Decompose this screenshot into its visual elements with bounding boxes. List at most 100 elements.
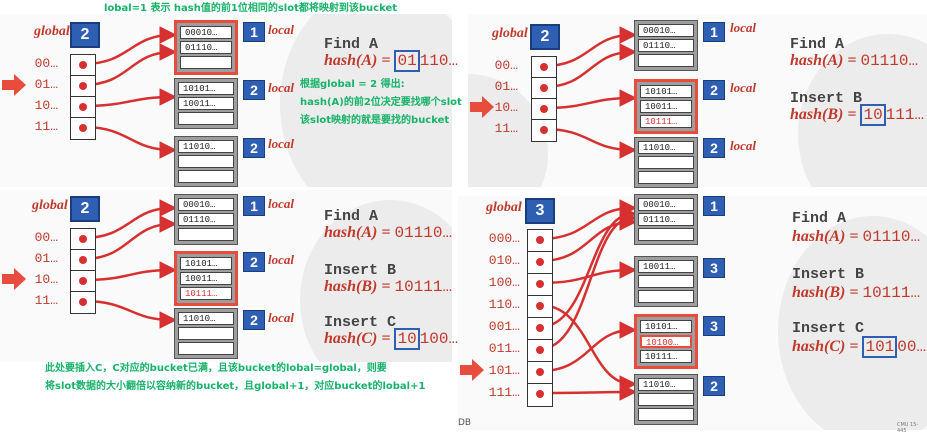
operation-label: Insert B (792, 266, 865, 283)
bucket-slot: 11010… (638, 141, 694, 154)
hash-expression: hash(B) = 10111… (324, 278, 452, 296)
local-label: local (268, 196, 294, 211)
local-depth-badge: 2 (703, 376, 725, 396)
hash-function: hash(A) = (324, 52, 391, 69)
bucket-slot (178, 170, 234, 183)
bucket: 10101… 10100… 10111… (634, 314, 698, 369)
bucket-slot: 10111… (640, 115, 692, 128)
slot-index: 01… (494, 79, 518, 94)
hash-function: hash(B) = (790, 106, 857, 123)
slot-index: 001… (488, 319, 520, 334)
bucket: 00010… 01110… (174, 194, 238, 245)
bucket-slot: 01110… (638, 39, 694, 52)
operation-label: Insert C (792, 320, 865, 337)
footer-left: DB (458, 418, 472, 428)
bucket-slot: 10011… (638, 260, 694, 273)
bucket-slot: 10111… (640, 350, 692, 363)
local-depth-badge: 2 (243, 252, 265, 272)
bucket-slot (638, 393, 694, 406)
local-label: local (730, 80, 756, 95)
bucket: 00010… 01110… (634, 194, 698, 245)
bucket-slot: 11010… (638, 378, 694, 391)
hash-expression: hash(A) = 01110… (324, 50, 459, 72)
hash-expression: hash(C) = 10100… (792, 336, 927, 358)
bucket-slot (178, 112, 234, 125)
hash-expression: hash(A) = 01110… (792, 228, 920, 246)
slot-index: 10… (494, 100, 518, 115)
bucket: 10011… (634, 256, 698, 307)
note-top: lobal=1 表示 hash值的前1位相同的slot都将映射到该bucket (104, 3, 398, 14)
global-depth-badge: 2 (530, 24, 560, 50)
bucket: 00010… 01110… (174, 20, 238, 75)
local-label: local (730, 138, 756, 153)
hash-function: hash(A) = (790, 52, 857, 69)
hash-expression: hash(B) = 10111… (792, 284, 920, 302)
bucket-slot (638, 228, 694, 241)
hash-function: hash(B) = (792, 284, 859, 301)
bucket-slot: 00010… (178, 198, 234, 211)
bucket-slot (638, 171, 694, 184)
bucket-slot (178, 228, 234, 241)
slot-index: 11… (34, 119, 58, 134)
hash-function: hash(A) = (792, 228, 859, 245)
local-depth-badge: 1 (243, 196, 265, 216)
note-mid-line3: 该slot映射的就是要找的bucket (300, 115, 450, 126)
hash-rest: 00… (897, 338, 927, 356)
hash-function: hash(B) = (324, 278, 391, 295)
note-mid: 根据global = 2 得出: hash(A)的前2位决定要找哪个slot 该… (300, 78, 462, 128)
hash-prefix-box: 01 (394, 50, 420, 72)
bucket-slot: 10101… (640, 320, 692, 333)
bucket: 11010… (174, 308, 238, 359)
slot-index: 100… (488, 275, 520, 290)
slot-index: 111… (488, 385, 520, 400)
bucket-slot: 01110… (638, 213, 694, 226)
local-label: local (268, 22, 294, 37)
directory (531, 56, 557, 142)
slot-index: 00… (34, 56, 58, 71)
slot-index: 10… (34, 272, 58, 287)
hash-rest: 110… (419, 52, 459, 70)
local-depth-badge: 1 (703, 22, 725, 42)
bucket-slot: 10011… (180, 272, 232, 285)
bucket-slot (638, 408, 694, 421)
slot-index: 00… (34, 230, 58, 245)
slot-index: 11… (494, 121, 518, 136)
hash-expression: hash(A) = 01110… (324, 224, 452, 242)
bucket-slot (638, 290, 694, 303)
local-label: local (268, 252, 294, 267)
operation-label: Find A (792, 210, 847, 227)
slot-index: 110… (488, 297, 520, 312)
operation-label: Find A (790, 36, 845, 53)
bucket: 10101… 10011… 10111… (174, 251, 238, 306)
hash-function: hash(A) = (324, 224, 391, 241)
bucket-slot: 10101… (640, 85, 692, 98)
local-depth-badge: 2 (243, 310, 265, 330)
hash-function: hash(C) = (792, 338, 859, 355)
hash-value: 10111… (394, 278, 453, 296)
hash-expression: hash(C) = 10100… (324, 328, 458, 350)
local-depth-badge: 3 (703, 316, 725, 336)
bucket: 10101… 10011… 10111… (634, 79, 698, 134)
local-label: local (268, 310, 294, 325)
note-mid-line2: hash(A)的前2位决定要找哪个slot (300, 97, 462, 108)
directory (70, 228, 96, 314)
hash-expression: hash(A) = 01110… (790, 52, 918, 70)
slot-index: 011… (488, 341, 520, 356)
bucket-slot: 10011… (640, 100, 692, 113)
hash-value: 01110… (862, 228, 921, 246)
global-depth-badge: 3 (525, 198, 555, 224)
local-depth-badge: 1 (703, 196, 725, 216)
slot-index: 00… (494, 58, 518, 73)
footer-right: CMU 15-445 (897, 422, 919, 434)
directory (527, 229, 553, 407)
operation-label: Find A (324, 36, 379, 53)
bucket-slot (638, 156, 694, 169)
bucket: 00010… 01110… (634, 20, 698, 71)
operation-label: Insert C (324, 314, 397, 331)
global-depth-badge: 2 (70, 22, 100, 48)
bucket-slot (178, 342, 234, 355)
bucket-slot (178, 155, 234, 168)
global-label: global (486, 200, 522, 215)
hash-value: 10111… (862, 284, 921, 302)
bucket-slot: 11010… (178, 140, 234, 153)
